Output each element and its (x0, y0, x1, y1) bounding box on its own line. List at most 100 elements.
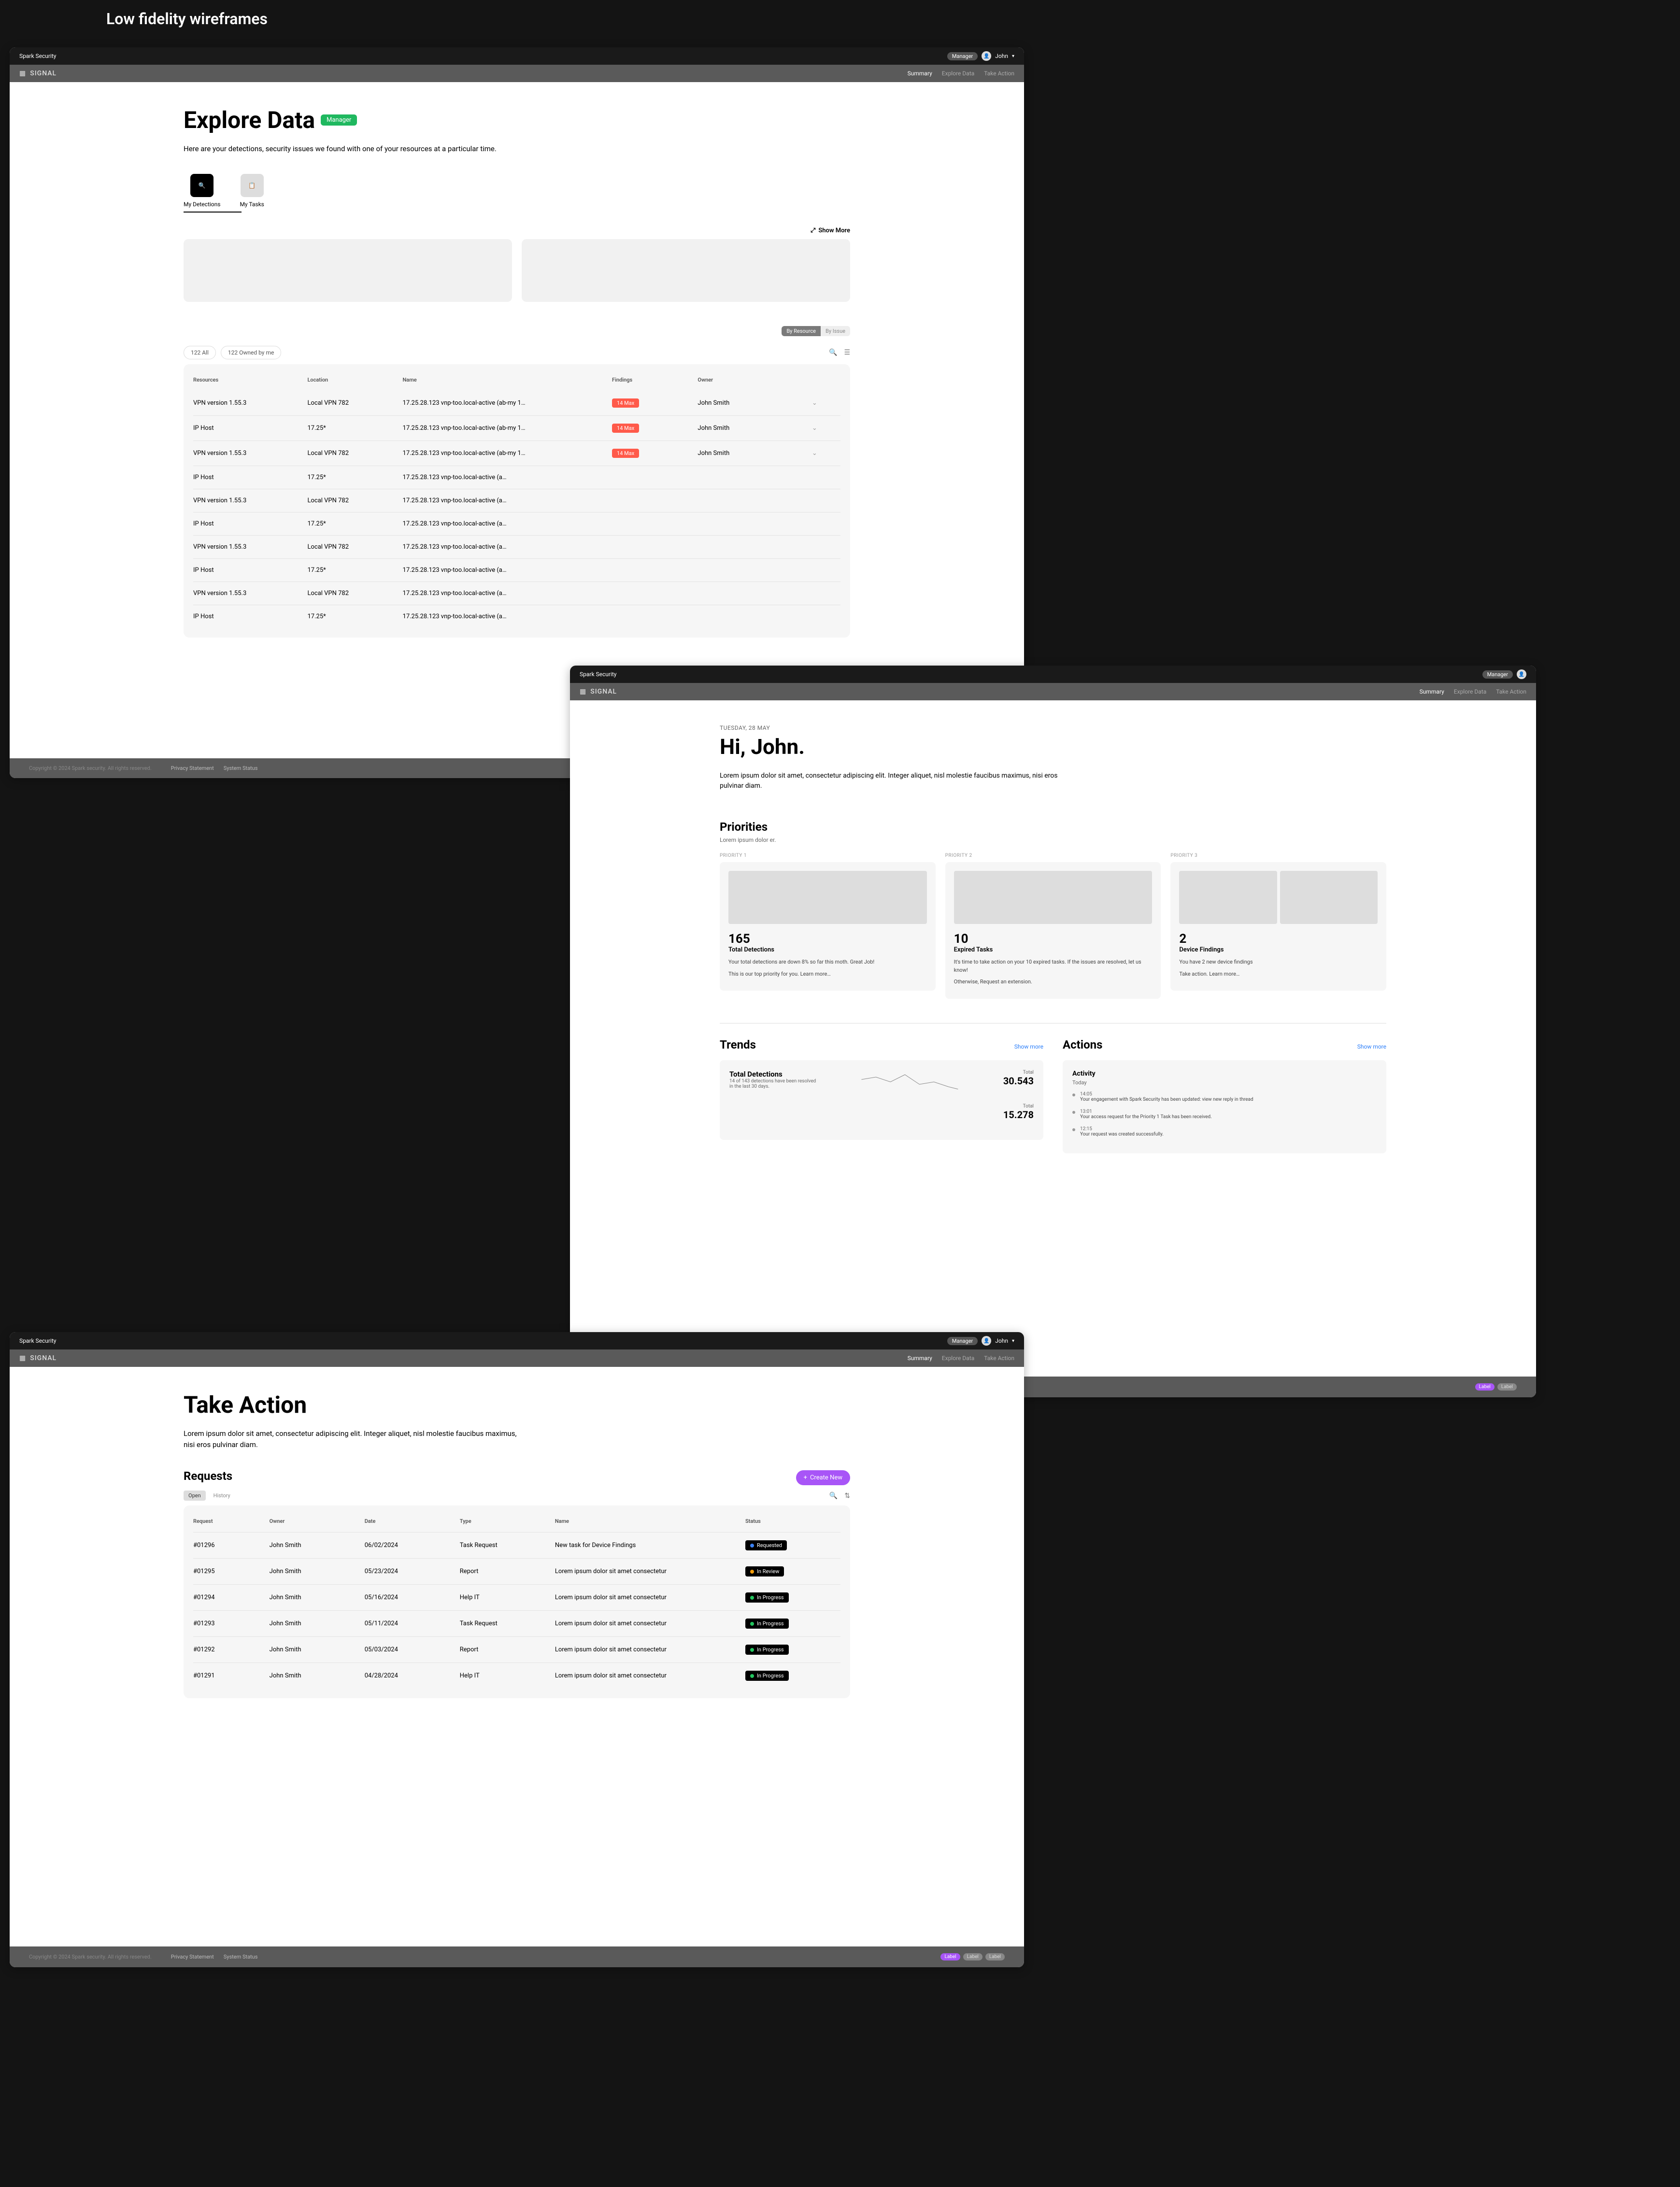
priority-stat: 165 (728, 932, 927, 946)
activity-item[interactable]: 14:05 Your engagement with Spark Securit… (1072, 1092, 1377, 1102)
cell-loc: Local VPN 782 (307, 543, 402, 551)
avatar[interactable]: 👤 (982, 1336, 991, 1346)
badge[interactable]: Label (1475, 1383, 1495, 1391)
chevron-down-icon[interactable]: ⌄ (812, 425, 840, 432)
date-line: TUESDAY, 28 MAY (720, 724, 1386, 731)
table-row[interactable]: #01295 John Smith 05/23/2024 Report Lore… (193, 1559, 840, 1585)
table-row[interactable]: IP Host 17.25* 17.25.28.123 vnp-too.loca… (193, 416, 840, 441)
cell-res: IP Host (193, 425, 307, 432)
cell-findings: 14 Max (612, 398, 698, 408)
chevron-down-icon[interactable]: ⌄ (812, 450, 840, 457)
nav-explore[interactable]: Explore Data (942, 70, 974, 77)
footer-privacy[interactable]: Privacy Statement (171, 765, 214, 771)
nav-take-action[interactable]: Take Action (984, 1355, 1014, 1362)
create-new-button[interactable]: + Create New (796, 1470, 850, 1485)
priority-card[interactable]: 10 Expired Tasks It's time to take actio… (945, 862, 1161, 999)
footer-system[interactable]: System Status (224, 1954, 258, 1960)
seg-by-resource[interactable]: By Resource (782, 326, 821, 336)
total-label: Total (1003, 1070, 1034, 1075)
footer-privacy[interactable]: Privacy Statement (171, 1954, 214, 1960)
priority-label: PRIORITY 1 (720, 853, 936, 858)
badge[interactable]: Label (963, 1953, 982, 1960)
nav-summary[interactable]: Summary (908, 70, 932, 77)
priority-stat: 2 (1179, 932, 1378, 946)
page-title: Low fidelity wireframes (10, 10, 1670, 28)
placeholder (954, 871, 1153, 924)
show-more-link[interactable]: Show More (818, 227, 850, 234)
chevron-down-icon[interactable]: ▾ (1012, 1338, 1014, 1344)
table-row[interactable]: IP Host 17.25* 17.25.28.123 vnp-too.loca… (193, 605, 840, 628)
nav-take-action[interactable]: Take Action (984, 70, 1014, 77)
cell-name: 17.25.28.123 vnp-too.local-active (ab-my… (403, 399, 612, 407)
filter-icon[interactable]: ☰ (844, 349, 850, 356)
chevron-down-icon[interactable]: ▾ (1012, 54, 1014, 59)
cell-owner: John Smith (270, 1594, 365, 1601)
table-row[interactable]: VPN version 1.55.3 Local VPN 782 17.25.2… (193, 441, 840, 466)
nav-explore[interactable]: Explore Data (942, 1355, 974, 1362)
activity-time: 12:15 (1080, 1126, 1164, 1132)
table-row[interactable]: IP Host 17.25* 17.25.28.123 vnp-too.loca… (193, 466, 840, 489)
cell-date: 05/03/2024 (365, 1646, 460, 1653)
priority-stat-label: Device Findings (1179, 946, 1378, 953)
grid-icon[interactable]: ▦ (19, 70, 26, 77)
show-more-link[interactable]: Show more (1357, 1043, 1386, 1050)
table-row[interactable]: VPN version 1.55.3 Local VPN 782 17.25.2… (193, 536, 840, 559)
table-row[interactable]: VPN version 1.55.3 Local VPN 782 17.25.2… (193, 391, 840, 416)
app-name: Spark Security (19, 1337, 57, 1344)
table-row[interactable]: IP Host 17.25* 17.25.28.123 vnp-too.loca… (193, 512, 840, 536)
user-name[interactable]: John (995, 1337, 1008, 1344)
cell-type: Task Request (460, 1620, 555, 1627)
status-badge: Requested (745, 1540, 787, 1550)
avatar[interactable]: 👤 (1517, 669, 1526, 679)
priority-card[interactable]: 165 Total Detections Your total detectio… (720, 862, 936, 991)
tab-open[interactable]: Open (184, 1491, 206, 1501)
nav-take-action[interactable]: Take Action (1496, 688, 1526, 695)
table-row[interactable]: VPN version 1.55.3 Local VPN 782 17.25.2… (193, 582, 840, 605)
badge[interactable]: Label (1497, 1383, 1517, 1391)
cell-findings: 14 Max (612, 424, 698, 433)
grid-icon[interactable]: ▦ (19, 1354, 26, 1362)
chip-all[interactable]: 122 All (184, 346, 216, 359)
cell-type: Task Request (460, 1542, 555, 1549)
chip-owned[interactable]: 122 Owned by me (221, 346, 281, 359)
footer-system[interactable]: System Status (224, 765, 258, 771)
table-row[interactable]: #01294 John Smith 05/16/2024 Help IT Lor… (193, 1585, 840, 1611)
nav-summary[interactable]: Summary (908, 1355, 932, 1362)
col-name: Name (403, 377, 612, 383)
grid-icon[interactable]: ▦ (580, 688, 586, 696)
nav-explore[interactable]: Explore Data (1454, 688, 1486, 695)
nav-summary[interactable]: Summary (1420, 688, 1444, 695)
show-more-link[interactable]: Show more (1014, 1043, 1043, 1050)
tab-my-tasks[interactable]: 📋 My Tasks (240, 174, 264, 208)
priority-card[interactable]: 2 Device Findings You have 2 new device … (1170, 862, 1386, 991)
table-row[interactable]: #01292 John Smith 05/03/2024 Report Lore… (193, 1637, 840, 1663)
segmented-control[interactable]: By Resource By Issue (782, 326, 850, 336)
activity-item[interactable]: 13:01 Your access request for the Priori… (1072, 1109, 1377, 1120)
user-name[interactable]: John (995, 53, 1008, 59)
col-type: Type (460, 1518, 555, 1524)
cell-id: #01294 (193, 1594, 270, 1601)
search-icon[interactable]: 🔍 (829, 1492, 838, 1500)
table-row[interactable]: #01293 John Smith 05/11/2024 Task Reques… (193, 1611, 840, 1637)
seg-by-issue[interactable]: By Issue (821, 326, 850, 336)
table-row[interactable]: #01291 John Smith 04/28/2024 Help IT Lor… (193, 1663, 840, 1689)
badge[interactable]: Label (985, 1953, 1005, 1960)
activity-item[interactable]: 12:15 Your request was created successfu… (1072, 1126, 1377, 1137)
table-row[interactable]: IP Host 17.25* 17.25.28.123 vnp-too.loca… (193, 559, 840, 582)
table-row[interactable]: #01296 John Smith 06/02/2024 Task Reques… (193, 1533, 840, 1559)
search-icon[interactable]: 🔍 (829, 349, 837, 356)
cell-type: Report (460, 1646, 555, 1653)
copyright: Copyright © 2024 Spark security. All rig… (29, 765, 152, 771)
tab-history[interactable]: History (209, 1491, 235, 1501)
sort-icon[interactable]: ⇅ (844, 1492, 850, 1500)
menubar: ▦ SIGNAL Summary Explore Data Take Actio… (10, 65, 1024, 82)
chevron-down-icon[interactable]: ⌄ (812, 399, 840, 407)
cell-owner: John Smith (698, 425, 812, 432)
table-row[interactable]: VPN version 1.55.3 Local VPN 782 17.25.2… (193, 489, 840, 512)
badge[interactable]: Label (940, 1953, 960, 1960)
trends-panel: Total Detections 14 of 143 detections ha… (720, 1060, 1043, 1140)
avatar[interactable]: 👤 (982, 51, 991, 61)
tab-my-detections[interactable]: 🔍 My Detections (184, 174, 220, 208)
priority-stat-label: Expired Tasks (954, 946, 1153, 953)
priority-stat-label: Total Detections (728, 946, 927, 953)
